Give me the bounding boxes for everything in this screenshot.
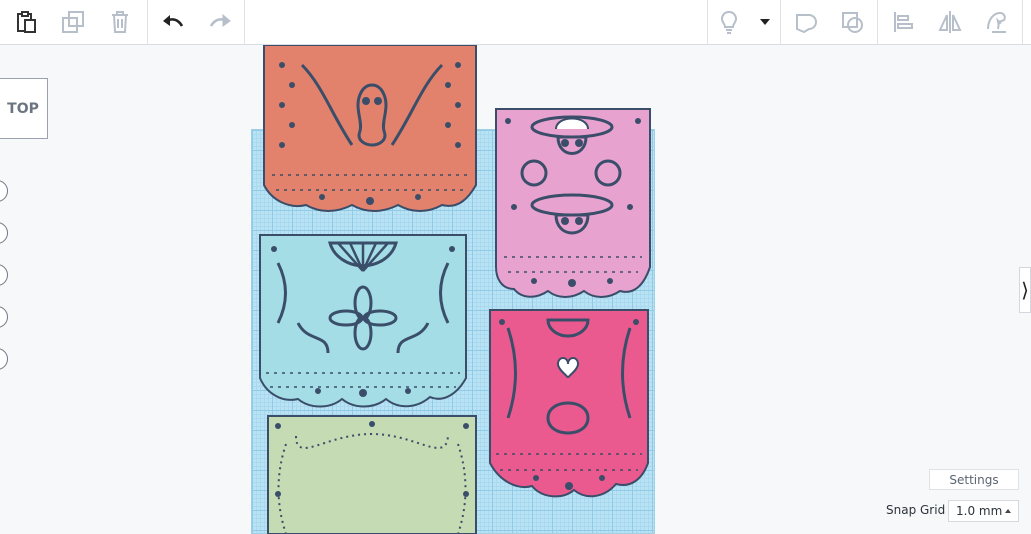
group-button[interactable] — [782, 0, 829, 44]
cruise-button[interactable] — [973, 0, 1020, 44]
settings-button[interactable]: Settings — [929, 469, 1019, 490]
copy-button[interactable] — [2, 0, 49, 44]
redo-button[interactable] — [196, 0, 243, 44]
toolbar-divider — [877, 0, 878, 44]
snap-grid-value: 1.0 mm — [956, 504, 1003, 518]
top-toolbar — [0, 0, 1031, 45]
redo-icon — [209, 13, 231, 27]
expand-panel-button[interactable]: ⟩ — [1019, 267, 1031, 313]
cruise-icon — [986, 11, 1006, 33]
chevron-down-icon — [760, 19, 770, 25]
zoom-in-button[interactable] — [0, 264, 8, 286]
align-icon — [893, 12, 913, 32]
fit-view-button[interactable] — [0, 222, 8, 244]
caret-up-icon — [1005, 509, 1011, 513]
ungroup-button[interactable] — [829, 0, 876, 44]
undo-icon — [162, 15, 183, 27]
snap-grid-label: Snap Grid — [886, 503, 946, 517]
history-tools — [149, 0, 243, 44]
papel-picado-magenta[interactable] — [488, 308, 650, 504]
duplicate-icon — [61, 11, 84, 33]
view-tools — [708, 0, 780, 44]
shape-tools — [782, 0, 876, 44]
align-button[interactable] — [879, 0, 926, 44]
home-view-button[interactable] — [0, 180, 8, 202]
settings-label: Settings — [949, 472, 999, 487]
snap-grid-select[interactable]: 1.0 mm — [948, 500, 1019, 522]
perspective-button[interactable] — [0, 348, 8, 370]
arrange-tools — [879, 0, 1020, 44]
workplane-canvas[interactable]: TOP ⟩ Settings Snap Grid 1.0 mm — [0, 45, 1031, 534]
delete-button[interactable] — [96, 0, 143, 44]
papel-picado-orange[interactable] — [262, 45, 478, 213]
clipboard-icon — [16, 11, 36, 33]
light-dropdown-button[interactable] — [750, 0, 780, 44]
light-button[interactable] — [708, 0, 750, 44]
view-cube[interactable]: TOP — [0, 78, 48, 139]
mirror-icon — [937, 11, 962, 33]
papel-picado-pink[interactable] — [494, 107, 652, 299]
ungroup-icon — [841, 12, 863, 33]
lightbulb-icon — [720, 10, 738, 34]
view-cube-label: TOP — [7, 100, 39, 117]
papel-picado-green[interactable] — [266, 414, 478, 534]
trash-icon — [111, 11, 128, 33]
papel-picado-cyan[interactable] — [258, 233, 468, 411]
toolbar-divider — [780, 0, 781, 44]
toolbar-divider — [1022, 0, 1023, 44]
edit-tools — [2, 0, 143, 44]
group-icon — [795, 14, 817, 34]
chevron-right-icon: ⟩ — [1021, 278, 1029, 302]
undo-button[interactable] — [149, 0, 196, 44]
mirror-button[interactable] — [926, 0, 973, 44]
duplicate-button[interactable] — [49, 0, 96, 44]
zoom-out-button[interactable] — [0, 306, 8, 328]
toolbar-divider — [147, 0, 148, 44]
toolbar-divider — [244, 0, 245, 44]
